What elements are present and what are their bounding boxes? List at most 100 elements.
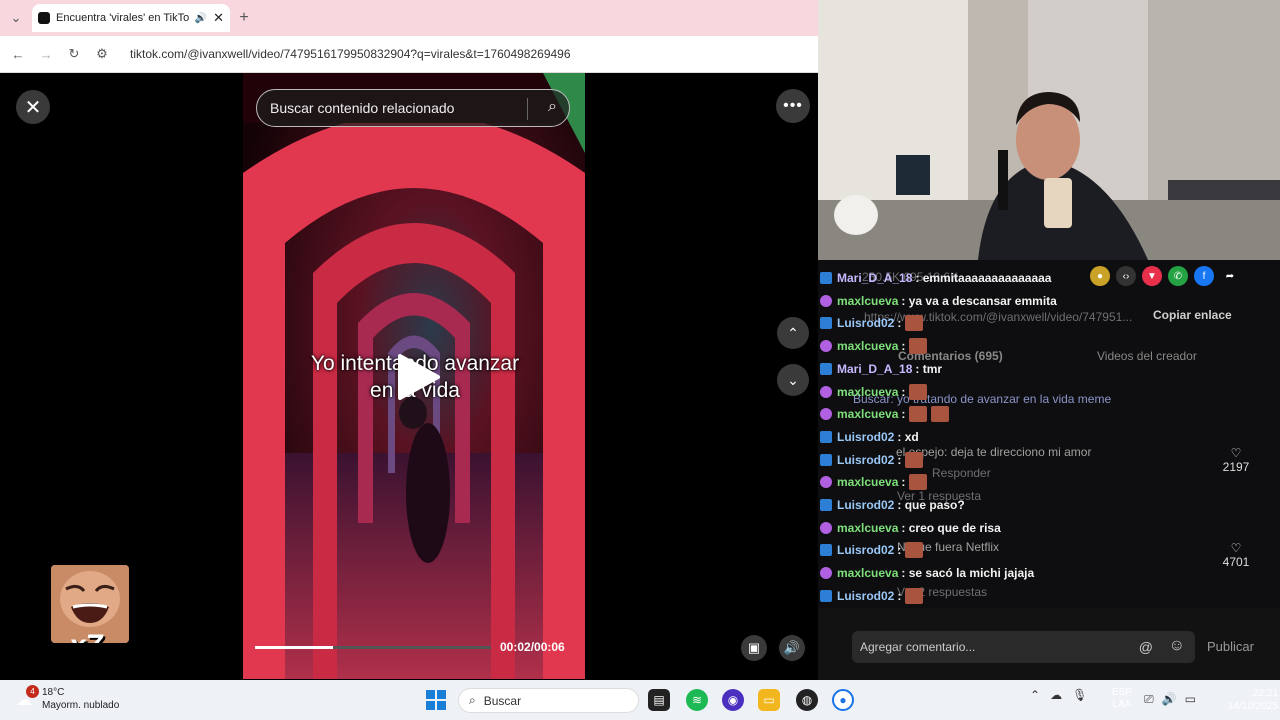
progress-fill bbox=[255, 646, 333, 649]
play-icon[interactable] bbox=[392, 352, 442, 402]
close-tab-icon[interactable]: ✕ bbox=[213, 10, 224, 26]
language-indicator[interactable]: ESP LAA bbox=[1112, 687, 1132, 711]
whatsapp-icon[interactable]: ✆ bbox=[1168, 266, 1188, 286]
reload-icon[interactable]: ↻ bbox=[66, 46, 82, 62]
webcam-feed bbox=[818, 0, 1280, 260]
clock[interactable]: 22:21 14/10/2025 bbox=[1228, 687, 1278, 713]
facebook-icon[interactable]: f bbox=[1194, 266, 1214, 286]
chevron-up-icon[interactable]: ⌃ bbox=[1030, 688, 1040, 702]
obs-icon[interactable]: ◍ bbox=[796, 689, 818, 711]
url-field[interactable]: tiktok.com/@ivanxwell/video/747951617995… bbox=[130, 47, 571, 61]
tab-title: Encuentra 'virales' en TikTo bbox=[56, 12, 189, 24]
next-video-icon[interactable]: ⌄ bbox=[777, 364, 809, 396]
chat-line: maxlcueva: bbox=[820, 404, 950, 424]
file-explorer-icon[interactable]: ▭ bbox=[758, 689, 780, 711]
taskbar-search-label: Buscar bbox=[483, 693, 522, 708]
volume-icon[interactable]: 🔊 bbox=[779, 635, 805, 661]
chat-username[interactable]: maxlcueva bbox=[837, 385, 898, 399]
chrome-icon[interactable]: ● bbox=[832, 689, 854, 711]
temperature: 18°C bbox=[42, 687, 65, 698]
publish-button[interactable]: Publicar bbox=[1207, 639, 1254, 654]
back-icon[interactable]: ← bbox=[10, 47, 26, 62]
chat-line: Mari_D_A_18: tmr bbox=[820, 359, 942, 379]
tray-icons: ⎚ 🔊 ▭ bbox=[1144, 692, 1196, 707]
taskbar bbox=[0, 680, 1280, 720]
heart-icon[interactable]: ♡ bbox=[1222, 446, 1250, 460]
chat-emote-icon bbox=[905, 315, 924, 332]
chat-message: : emmitaaaaaaaaaaaaaa bbox=[915, 271, 1052, 285]
chat-line: Luisrod02: xd bbox=[820, 427, 919, 447]
windows-start-icon[interactable] bbox=[426, 690, 446, 710]
previous-video-icon[interactable]: ⌃ bbox=[777, 317, 809, 349]
tab-list-icon[interactable]: ⌄ bbox=[8, 10, 24, 26]
task-view-icon[interactable]: ▤ bbox=[648, 689, 670, 711]
chat-username[interactable]: maxlcueva bbox=[837, 407, 898, 421]
chat-username[interactable]: maxlcueva bbox=[837, 294, 898, 308]
miniplayer-icon[interactable]: ▣ bbox=[741, 635, 767, 661]
chat-message: : bbox=[901, 384, 906, 399]
chat-username[interactable]: Luisrod02 bbox=[837, 543, 894, 557]
weather-widget[interactable]: 18°C Mayorm. nublado bbox=[42, 686, 119, 712]
chat-emote-icon bbox=[909, 383, 928, 400]
chat-username[interactable]: Luisrod02 bbox=[837, 430, 894, 444]
chat-username[interactable]: maxlcueva bbox=[837, 475, 898, 489]
chat-line: maxlcueva: se sacó la michi jajaja bbox=[820, 563, 1034, 583]
chat-username[interactable]: Mari_D_A_18 bbox=[837, 271, 912, 285]
embed-icon[interactable]: ‹› bbox=[1116, 266, 1136, 286]
chat-message: : tmr bbox=[915, 361, 943, 376]
coin-icon[interactable]: ● bbox=[1090, 266, 1110, 286]
chat-username[interactable]: Luisrod02 bbox=[837, 316, 894, 330]
chat-line: Luisrod02: bbox=[820, 450, 924, 470]
comment-input[interactable]: Agregar comentario... @ ☺ bbox=[852, 631, 1195, 663]
chat-username[interactable]: maxlcueva bbox=[837, 521, 898, 535]
audio-icon[interactable]: 🔊 bbox=[195, 13, 207, 24]
prime-badge-icon bbox=[820, 430, 832, 443]
chat-message: : ya va a descansar emmita bbox=[901, 293, 1057, 308]
spotify-icon[interactable]: ≋ bbox=[686, 689, 708, 711]
chat-username[interactable]: Luisrod02 bbox=[837, 589, 894, 603]
chat-username[interactable]: maxlcueva bbox=[837, 566, 898, 580]
prime-badge-icon bbox=[820, 544, 832, 557]
prime-badge-icon bbox=[820, 272, 832, 284]
send-icon[interactable]: ▼ bbox=[1142, 266, 1162, 286]
chat-message: : que paso? bbox=[897, 498, 965, 512]
new-tab-icon[interactable]: + bbox=[236, 9, 252, 27]
more-options-icon[interactable]: ••• bbox=[776, 89, 810, 123]
close-icon[interactable]: ✕ bbox=[16, 90, 50, 124]
app-icon[interactable]: ◉ bbox=[722, 689, 744, 711]
related-search-input[interactable]: Buscar contenido relacionado ⌕ bbox=[256, 89, 570, 127]
system-tray: ⌃ ☁ 🎙 bbox=[1030, 688, 1087, 702]
chat-message: : bbox=[901, 407, 906, 422]
site-info-icon[interactable]: ⚙ bbox=[94, 46, 110, 62]
battery-icon[interactable]: ▭ bbox=[1185, 692, 1196, 707]
chat-username[interactable]: maxlcueva bbox=[837, 339, 898, 353]
browser-tab[interactable]: Encuentra 'virales' en TikTo 🔊 ✕ bbox=[32, 4, 230, 32]
share-arrow-icon[interactable]: ➦ bbox=[1220, 266, 1240, 286]
forward-icon[interactable]: → bbox=[38, 47, 54, 62]
mic-icon[interactable]: 🎙 bbox=[1072, 688, 1087, 702]
chat-username[interactable]: Luisrod02 bbox=[837, 498, 894, 512]
emoji-icon[interactable]: ☺ bbox=[1169, 637, 1185, 655]
search-icon[interactable]: ⌕ bbox=[548, 98, 557, 116]
prime-badge-icon bbox=[820, 589, 832, 602]
prime-badge-icon bbox=[820, 317, 832, 330]
heart-icon[interactable]: ♡ bbox=[1222, 541, 1250, 555]
network-icon[interactable]: ⎚ bbox=[1144, 692, 1154, 707]
chat-line: Luisrod02: bbox=[820, 586, 924, 606]
mention-icon[interactable]: @ bbox=[1139, 639, 1153, 655]
copy-link-button[interactable]: Copiar enlace bbox=[1153, 308, 1232, 322]
like-count-1: ♡ 2197 bbox=[1222, 446, 1250, 474]
volume-icon[interactable]: 🔊 bbox=[1162, 692, 1177, 707]
chat-username[interactable]: Luisrod02 bbox=[837, 453, 894, 467]
mic-badge-icon bbox=[820, 567, 832, 580]
taskbar-search[interactable]: ⌕ Buscar bbox=[458, 688, 639, 713]
chat-message: : creo que de risa bbox=[901, 520, 1001, 535]
chat-line: Luisrod02: bbox=[820, 313, 924, 333]
chat-emote-icon bbox=[905, 451, 924, 468]
video-progress-bar[interactable] bbox=[255, 646, 491, 649]
like-count-2: ♡ 4701 bbox=[1222, 541, 1250, 569]
chat-username[interactable]: Mari_D_A_18 bbox=[837, 362, 912, 376]
cloud-icon[interactable]: ☁ bbox=[1050, 688, 1062, 702]
mic-badge-icon bbox=[820, 476, 832, 489]
mic-badge-icon bbox=[820, 385, 832, 398]
